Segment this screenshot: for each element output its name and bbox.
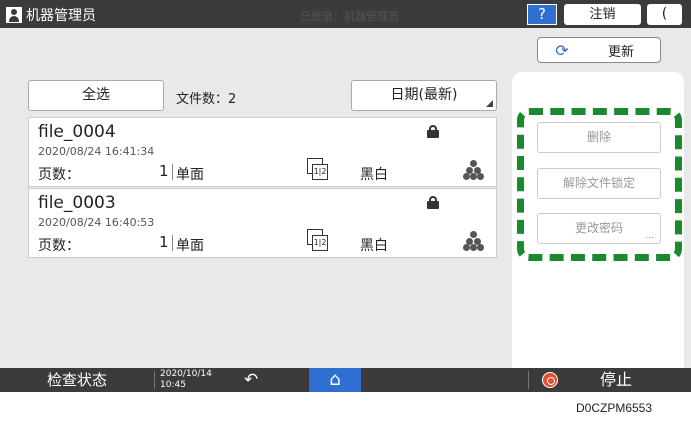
toner-icon <box>463 231 485 251</box>
lock-icon <box>427 196 439 209</box>
file-list: file_0004 2020/08/24 16:41:34 页数： 1 单面 1… <box>28 117 497 258</box>
sides-value: 单面 <box>176 167 204 183</box>
pages-label: 页数： <box>38 238 80 254</box>
help-button[interactable]: ? <box>527 4 557 25</box>
divider <box>154 371 155 389</box>
stop-icon <box>542 372 558 388</box>
file-date: 2020/08/24 16:41:34 <box>38 145 155 158</box>
page-layout-label: 1|2 <box>312 235 328 251</box>
divider <box>528 371 529 389</box>
lock-icon <box>427 125 439 138</box>
moon-icon: ( <box>661 6 668 22</box>
change-password-label: 更改密码 <box>574 221 623 235</box>
pages-value: 1 <box>159 162 169 180</box>
color-mode: 黑白 <box>360 167 388 183</box>
more-icon: ... <box>645 231 654 241</box>
check-status-button[interactable]: 检查状态 <box>10 368 144 392</box>
change-password-button[interactable]: 更改密码 ... <box>537 213 661 244</box>
user-area: 机器管理员 <box>6 5 96 25</box>
page-layout-icon: 1|2 <box>307 158 329 180</box>
sort-label: 日期(最新) <box>390 87 458 103</box>
top-bar: 机器管理员 已登录：机器管理员 ? 注销 ( <box>0 0 691 28</box>
sides-value: 单面 <box>176 238 204 254</box>
home-button[interactable]: ⌂ <box>309 368 361 392</box>
stop-button[interactable]: 停止 <box>530 368 691 392</box>
color-mode: 黑白 <box>360 238 388 254</box>
refresh-icon: ⟳ <box>555 40 569 60</box>
refresh-label: 更新 <box>608 44 635 60</box>
divider <box>172 235 173 251</box>
select-all-button[interactable]: 全选 <box>28 80 164 111</box>
file-row[interactable]: file_0004 2020/08/24 16:41:34 页数： 1 单面 1… <box>28 117 497 187</box>
unlock-file-button[interactable]: 解除文件锁定 <box>537 168 661 199</box>
divider <box>172 164 173 180</box>
stop-label: 停止 <box>600 370 633 389</box>
pages-label: 页数： <box>38 167 80 183</box>
delete-button[interactable]: 删除 <box>537 122 661 153</box>
logout-button[interactable]: 注销 <box>564 4 641 25</box>
user-icon <box>6 7 22 23</box>
refresh-button[interactable]: ⟳ 更新 <box>537 37 661 63</box>
file-count: 文件数：2 <box>176 92 237 107</box>
file-date: 2020/08/24 16:40:53 <box>38 216 155 229</box>
sort-dropdown[interactable]: 日期(最新) <box>351 80 497 111</box>
pages-value: 1 <box>159 233 169 251</box>
energy-saver-button[interactable]: ( <box>647 4 682 25</box>
user-label: 机器管理员 <box>26 8 96 24</box>
home-icon: ⌂ <box>329 369 341 390</box>
clock-date: 2020/10/14 <box>160 369 212 379</box>
file-name: file_0004 <box>38 122 116 142</box>
clock-time: 10:45 <box>160 380 186 390</box>
file-row[interactable]: file_0003 2020/08/24 16:40:53 页数： 1 单面 1… <box>28 188 497 258</box>
page-layout-label: 1|2 <box>312 164 328 180</box>
clock: 2020/10/14 10:45 <box>160 369 212 391</box>
bottom-bar: 检查状态 2020/10/14 10:45 ↶ ⌂ 停止 <box>0 368 691 392</box>
file-name: file_0003 <box>38 193 116 213</box>
figure-code: D0CZPM6553 <box>576 401 653 415</box>
back-icon[interactable]: ↶ <box>244 370 258 390</box>
page-layout-icon: 1|2 <box>307 229 329 251</box>
toner-icon <box>463 160 485 180</box>
screen: 机器管理员 已登录：机器管理员 ? 注销 ( ⟳ 更新 全选 文件数：2 日期(… <box>0 0 691 392</box>
top-message: 已登录：机器管理员 <box>300 10 399 23</box>
dropdown-corner-icon <box>486 100 493 107</box>
